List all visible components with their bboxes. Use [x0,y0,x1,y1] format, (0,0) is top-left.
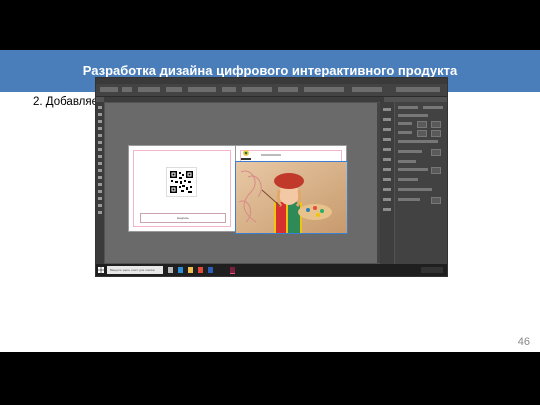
document-tab[interactable] [104,97,384,102]
windows-taskbar: Введите здесь текст для поиска [96,264,447,276]
page-number: 46 [517,336,530,348]
task-view-icon[interactable] [168,267,173,273]
panel-dock[interactable] [380,102,394,264]
chrome-icon[interactable] [198,267,203,273]
explorer-icon[interactable] [188,267,193,273]
slide-title: Разработка дизайна цифрового интерактивн… [82,63,458,78]
properties-panel[interactable] [395,102,447,264]
qr-code-image[interactable] [166,167,197,197]
logo-icon [241,150,251,160]
indesign-icon[interactable] [230,267,235,274]
indesign-screenshot: Надпись Введите здесь текст для поиска [95,77,448,277]
child-painter-photo[interactable] [235,161,348,234]
caption-frame[interactable]: Надпись [140,213,226,223]
tools-panel[interactable] [96,102,104,264]
windows-start-icon[interactable] [98,267,104,273]
system-tray[interactable] [421,267,443,273]
edge-icon[interactable] [178,267,183,273]
taskbar-search-input[interactable]: Введите здесь текст для поиска [107,266,163,274]
word-icon[interactable] [208,267,213,273]
text-line [261,154,281,156]
control-bar[interactable] [96,84,447,97]
